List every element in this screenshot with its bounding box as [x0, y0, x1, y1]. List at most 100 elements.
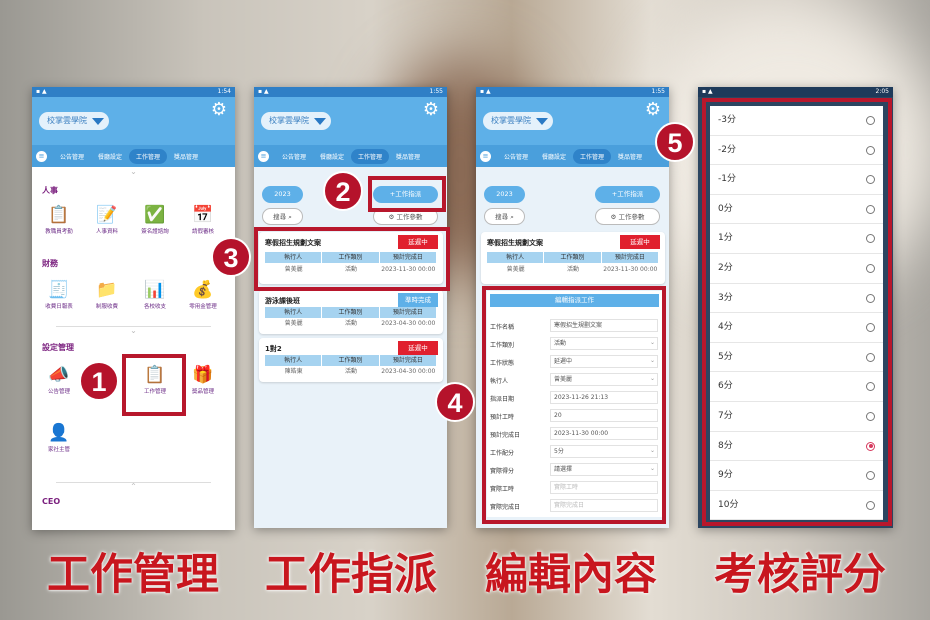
- caption-edit-content: 編輯內容: [485, 550, 657, 600]
- app-icon-label: 制服收費: [95, 304, 118, 310]
- tab-2[interactable]: 工作管理: [573, 148, 612, 164]
- highlight-box: [122, 354, 186, 416]
- app-icon-收費日報表[interactable]: 🧾 收費日報表: [36, 280, 82, 310]
- status-bar: ▪ ▲ 1:54: [32, 87, 235, 97]
- task-title: 1對2: [265, 345, 282, 353]
- step-badge-1: 1: [79, 361, 119, 401]
- chevron-up-icon[interactable]: ⌃: [32, 482, 235, 491]
- school-selector[interactable]: 校掌雲學院: [261, 112, 331, 130]
- status-icons: ▪ ▲: [258, 88, 269, 95]
- tab-3[interactable]: 獎品管理: [389, 149, 427, 164]
- app-icon-各校收支[interactable]: 📊 各校收支: [132, 280, 178, 310]
- search-label: 搜尋: [273, 213, 287, 221]
- tab-1[interactable]: 餐廳設定: [313, 149, 351, 164]
- table-row: 曾美麗 活動 2023-11-30 00:00: [487, 265, 659, 275]
- tab-2[interactable]: 工作管理: [129, 148, 168, 164]
- status-icons: ▪ ▲: [36, 88, 47, 95]
- chevron-down-icon[interactable]: ⌄: [32, 326, 235, 335]
- supervisor-icon: 👤: [48, 423, 70, 443]
- task-card[interactable]: 游泳課後班 準時完成 執行人 工作類別 預計完成日 曾美麗 活動 2023-04-30 00:…: [259, 290, 443, 334]
- personnel-icon: 📝: [96, 205, 118, 225]
- school-selector[interactable]: 校掌雲學院: [483, 112, 553, 130]
- app-icon-label: 教職員考勤: [45, 229, 73, 235]
- app-icon-零用金管理[interactable]: 💰 零用金管理: [180, 280, 226, 310]
- tab-bar: ≡ 公告管理 餐廳設定 工作管理 獎品管理: [254, 145, 447, 167]
- cell-executor: 曾美麗: [284, 320, 303, 327]
- hamburger-icon[interactable]: ≡: [36, 150, 47, 162]
- year-selector[interactable]: 2023: [262, 186, 303, 203]
- column-header: 執行人: [265, 307, 322, 318]
- leave-review-icon: 📅: [192, 205, 214, 225]
- scroll-chevron: ⌄: [130, 167, 137, 176]
- search-button[interactable]: 搜尋 ⌕: [262, 208, 303, 225]
- app-icon-label: 公告管理: [47, 389, 70, 395]
- column-header: 工作類別: [322, 355, 379, 366]
- params-label: 工作參數: [618, 213, 645, 221]
- gear-icon[interactable]: ⚙: [423, 101, 439, 119]
- gear-icon[interactable]: ⚙: [211, 101, 227, 119]
- hamburger-icon[interactable]: ≡: [480, 150, 491, 162]
- status-bar: ▪ ▲ 2:05: [698, 87, 893, 97]
- table-row: 曾美麗 活動 2023-04-30 00:00: [265, 319, 437, 329]
- task-card[interactable]: 寒假招生規劃文案 延遲中執行人 工作類別 預計完成日 曾美麗 活動 2023-11-30 0…: [481, 232, 665, 284]
- task-params-button[interactable]: ⚙ 工作參數: [595, 208, 660, 225]
- app-icon-label: 零用金管理: [189, 304, 217, 310]
- tab-3[interactable]: 獎品管理: [611, 149, 649, 164]
- params-label: 工作參數: [396, 213, 423, 221]
- dropdown-arrow-icon: [536, 118, 548, 125]
- column-header: 執行人: [487, 252, 544, 263]
- section-title: 人事: [42, 186, 58, 195]
- table-header: 執行人 工作類別 預計完成日: [265, 355, 437, 366]
- tab-0[interactable]: 公告管理: [497, 149, 535, 164]
- app-icon-label: 人事資料: [95, 229, 118, 235]
- app-icon-獎品管理[interactable]: 🎁 獎品管理: [180, 365, 226, 395]
- tab-2[interactable]: 工作管理: [351, 148, 390, 164]
- tab-3[interactable]: 獎品管理: [167, 149, 205, 164]
- tab-1[interactable]: 餐廳設定: [91, 149, 129, 164]
- app-icon-label: 家社主管: [47, 447, 70, 453]
- status-time: 1:54: [217, 88, 231, 95]
- column-header: 執行人: [265, 355, 322, 366]
- section-title: 財務: [42, 259, 58, 268]
- step-badge-4: 4: [435, 382, 475, 422]
- status-bar: ▪ ▲ 1:55: [254, 87, 447, 97]
- cell-executor: 陳皓東: [284, 368, 303, 375]
- highlight-box: [254, 227, 450, 291]
- status-bar: ▪ ▲ 1:55: [476, 87, 669, 97]
- highlight-box: [702, 98, 892, 526]
- tab-0[interactable]: 公告管理: [275, 149, 313, 164]
- hamburger-icon[interactable]: ≡: [258, 150, 269, 162]
- cell-due: 2023-04-30 00:00: [381, 320, 436, 327]
- status-icons: ▪ ▲: [702, 88, 713, 95]
- step-badge-2: 2: [323, 171, 363, 211]
- step-badge-5: 5: [655, 122, 695, 162]
- cell-executor: 曾美麗: [506, 266, 525, 273]
- tab-1[interactable]: 餐廳設定: [535, 149, 573, 164]
- app-icon-家社主管[interactable]: 👤 家社主管: [36, 423, 82, 453]
- table-header: 執行人 工作類別 預計完成日: [265, 307, 437, 318]
- search-label: 搜尋: [495, 213, 509, 221]
- gear-icon[interactable]: ⚙: [645, 101, 661, 119]
- app-icon-人事資料[interactable]: 📝 人事資料: [84, 205, 130, 235]
- status-badge: 延遲中: [620, 235, 660, 249]
- status-time: 1:55: [651, 88, 665, 95]
- report-icon: 📊: [144, 280, 166, 300]
- app-icon-教職員考勤[interactable]: 📋 教職員考勤: [36, 205, 82, 235]
- search-button[interactable]: 搜尋 ⌕: [484, 208, 525, 225]
- school-selector[interactable]: 校掌雲學院: [39, 112, 109, 130]
- gift-icon: 🎁: [192, 365, 214, 385]
- year-selector[interactable]: 2023: [484, 186, 525, 203]
- app-icon-簽名證諮詢[interactable]: ✅ 簽名證諮詢: [132, 205, 178, 235]
- assign-task-button[interactable]: +工作指派: [595, 186, 660, 203]
- table-header: 執行人 工作類別 預計完成日: [487, 252, 659, 263]
- highlight-box: [368, 176, 446, 212]
- task-title: 寒假招生規劃文案: [487, 239, 543, 247]
- app-icon-請假審核[interactable]: 📅 請假審核: [180, 205, 226, 235]
- tab-0[interactable]: 公告管理: [53, 149, 91, 164]
- section-title: CEO: [42, 497, 61, 506]
- app-icon-制服收費[interactable]: 📁 制服收費: [84, 280, 130, 310]
- status-badge: 準時完成: [398, 293, 438, 307]
- app-icon-公告管理[interactable]: 📣 公告管理: [36, 365, 82, 395]
- app-icon-label: 簽名證諮詢: [141, 229, 169, 235]
- task-card[interactable]: 1對2 延遲中 執行人 工作類別 預計完成日 陳皓東 活動 2023-04-30 00:00: [259, 338, 443, 382]
